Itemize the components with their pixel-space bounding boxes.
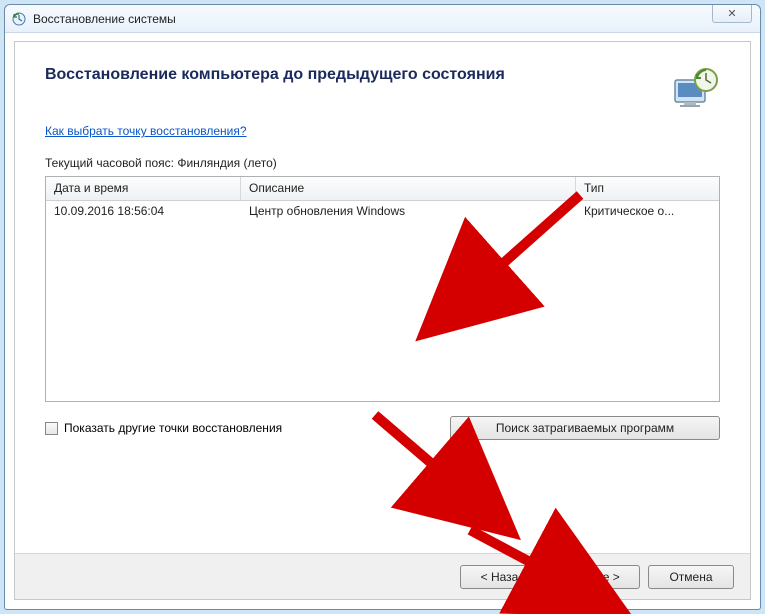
help-link[interactable]: Как выбрать точку восстановления?: [45, 124, 247, 138]
close-icon: ✕: [727, 7, 736, 20]
next-button[interactable]: Далее >: [554, 565, 640, 589]
show-more-label: Показать другие точки восстановления: [64, 421, 282, 435]
wizard-footer: < Назад Далее > Отмена: [15, 553, 750, 599]
monitor-clock-icon: [670, 66, 720, 114]
options-row: Показать другие точки восстановления Пои…: [45, 416, 720, 440]
content-panel: Восстановление компьютера до предыдущего…: [14, 41, 751, 600]
cell-description: Центр обновления Windows: [241, 202, 576, 220]
cell-datetime: 10.09.2016 18:56:04: [46, 202, 241, 220]
window-title: Восстановление системы: [33, 12, 176, 26]
table-row[interactable]: 10.09.2016 18:56:04 Центр обновления Win…: [46, 201, 719, 221]
help-link-row: Как выбрать точку восстановления?: [15, 124, 750, 156]
scan-programs-button[interactable]: Поиск затрагиваемых программ: [450, 416, 720, 440]
titlebar: Восстановление системы ✕: [5, 5, 760, 33]
close-button[interactable]: ✕: [712, 5, 752, 23]
restore-points-table: Дата и время Описание Тип 10.09.2016 18:…: [45, 176, 720, 402]
show-more-checkbox-wrap[interactable]: Показать другие точки восстановления: [45, 421, 282, 435]
cancel-button[interactable]: Отмена: [648, 565, 734, 589]
page-title: Восстановление компьютера до предыдущего…: [45, 66, 505, 84]
column-header-type[interactable]: Тип: [576, 177, 719, 200]
system-restore-icon: [11, 11, 27, 27]
show-more-checkbox[interactable]: [45, 422, 58, 435]
cell-type: Критическое о...: [576, 202, 719, 220]
column-header-datetime[interactable]: Дата и время: [46, 177, 241, 200]
system-restore-window: Восстановление системы ✕ Восстановление …: [4, 4, 761, 610]
timezone-label: Текущий часовой пояс: Финляндия (лето): [15, 156, 750, 176]
back-button[interactable]: < Назад: [460, 565, 546, 589]
page-header: Восстановление компьютера до предыдущего…: [15, 42, 750, 124]
table-header: Дата и время Описание Тип: [46, 177, 719, 201]
column-header-description[interactable]: Описание: [241, 177, 576, 200]
